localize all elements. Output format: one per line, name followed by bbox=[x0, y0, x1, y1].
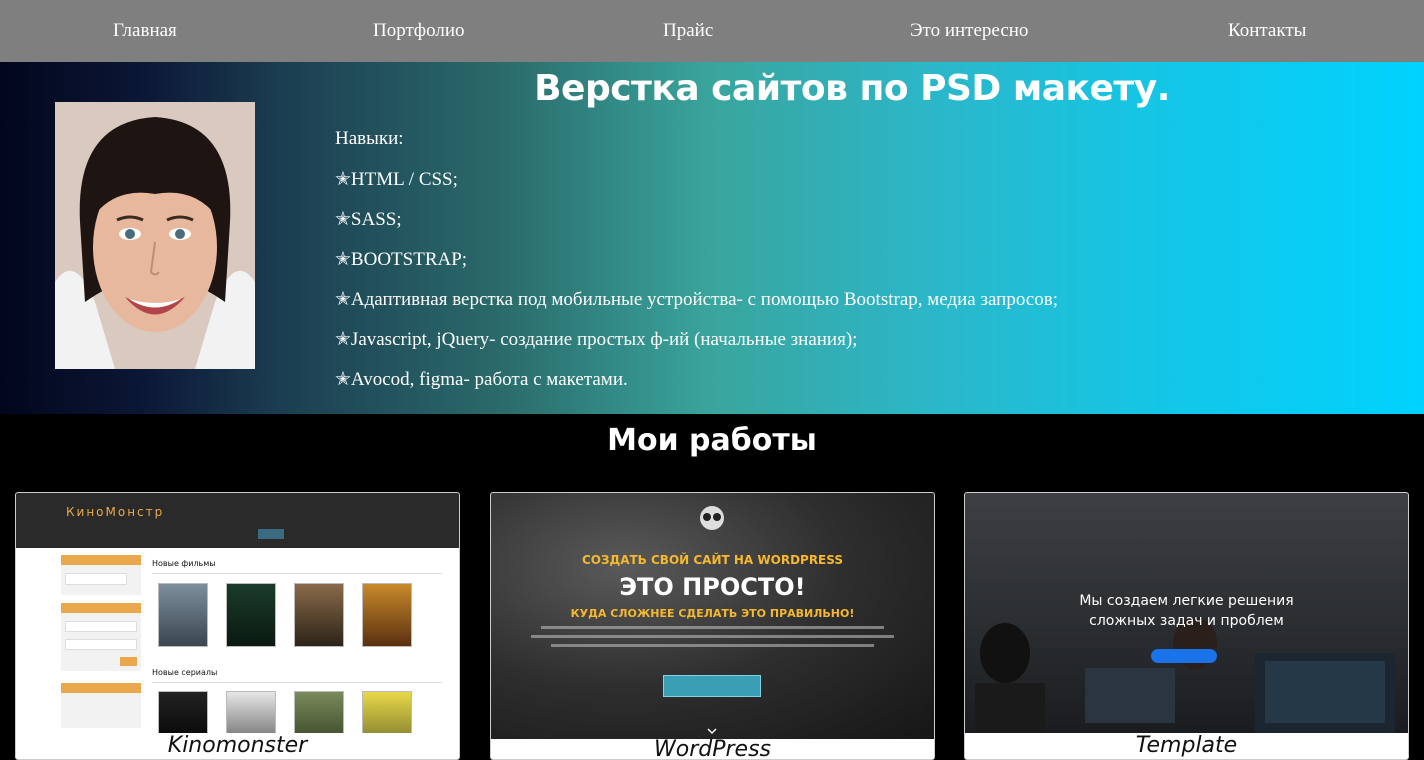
wp-cta-button[interactable] bbox=[663, 675, 761, 697]
skill-item: ✭Javascript, jQuery- создание простых ф-… bbox=[335, 329, 858, 350]
skill-item: ✭SASS; bbox=[335, 209, 402, 230]
km-section-title: Новые сериалы bbox=[152, 668, 218, 677]
nav-item-interesting[interactable]: Это интересно bbox=[910, 20, 1028, 42]
hero-title: Верстка сайтов по PSD макету. bbox=[534, 68, 1170, 109]
work-card-kinomonster[interactable]: КиноМонстр Новые фильмы Новые сериалы Ki… bbox=[15, 492, 460, 760]
nav-item-portfolio[interactable]: Портфолио bbox=[373, 20, 464, 42]
team-photo bbox=[975, 617, 1395, 733]
tp-line-1: Мы создаем легкие решения bbox=[1079, 593, 1294, 609]
skills-label: Навыки: bbox=[335, 128, 404, 149]
work-caption: Template bbox=[1135, 733, 1238, 758]
work-screenshot: Мы создаем легкие решения сложных задач … bbox=[965, 493, 1408, 733]
km-sidebar-header bbox=[61, 603, 141, 613]
tp-cta-button[interactable] bbox=[1151, 649, 1217, 663]
km-poster bbox=[362, 691, 412, 733]
km-sidebar-block bbox=[61, 613, 141, 671]
nav-item-price[interactable]: Прайс bbox=[663, 20, 713, 42]
km-section-title: Новые фильмы bbox=[152, 559, 216, 568]
km-menu-active bbox=[258, 529, 284, 539]
km-sidebar-header bbox=[61, 683, 141, 693]
km-poster bbox=[158, 691, 208, 733]
tp-line-2: сложных задач и проблем bbox=[1089, 613, 1284, 629]
work-card-template[interactable]: Мы создаем легкие решения сложных задач … bbox=[964, 492, 1409, 760]
km-poster bbox=[294, 583, 344, 647]
work-screenshot: СОЗДАТЬ СВОЙ САЙТ НА WORDPRESS ЭТО ПРОСТ… bbox=[491, 493, 934, 739]
km-poster bbox=[226, 583, 276, 647]
work-card-wordpress[interactable]: СОЗДАТЬ СВОЙ САЙТ НА WORDPRESS ЭТО ПРОСТ… bbox=[490, 492, 935, 760]
top-nav: Главная Портфолио Прайс Это интересно Ко… bbox=[0, 0, 1424, 62]
works-title: Мои работы bbox=[607, 423, 817, 458]
km-poster bbox=[362, 583, 412, 647]
nav-item-contacts[interactable]: Контакты bbox=[1228, 20, 1306, 42]
wp-line-2: ЭТО ПРОСТО! bbox=[619, 573, 806, 601]
skill-item: ✭Avocod, figma- работа с макетами. bbox=[335, 369, 628, 390]
chevron-down-icon bbox=[707, 728, 717, 735]
km-poster bbox=[294, 691, 344, 733]
km-sidebar-header bbox=[61, 555, 141, 565]
skill-item: ✭BOOTSTRAP; bbox=[335, 249, 468, 270]
wp-line-3: КУДА СЛОЖНЕЕ СДЕЛАТЬ ЭТО ПРАВИЛЬНО! bbox=[570, 607, 855, 620]
km-sidebar-block bbox=[61, 693, 141, 728]
work-caption: WordPress bbox=[654, 737, 771, 760]
work-screenshot: КиноМонстр Новые фильмы Новые сериалы bbox=[16, 493, 459, 733]
work-caption: Kinomonster bbox=[167, 733, 308, 758]
owl-logo-icon bbox=[700, 506, 724, 530]
km-logo: КиноМонстр bbox=[66, 505, 165, 519]
nav-item-home[interactable]: Главная bbox=[113, 20, 177, 42]
wp-line-1: СОЗДАТЬ СВОЙ САЙТ НА WORDPRESS bbox=[581, 553, 844, 567]
km-poster bbox=[226, 691, 276, 733]
hero-section: Верстка сайтов по PSD макету. Навыки: ✭H… bbox=[0, 62, 1424, 414]
skill-item: ✭Адаптивная верстка под мобильные устрой… bbox=[335, 289, 1058, 310]
km-header: КиноМонстр bbox=[16, 493, 459, 548]
profile-photo bbox=[55, 102, 255, 369]
km-sidebar-block bbox=[61, 565, 141, 595]
skill-item: ✭HTML / CSS; bbox=[335, 169, 458, 190]
km-poster bbox=[158, 583, 208, 647]
